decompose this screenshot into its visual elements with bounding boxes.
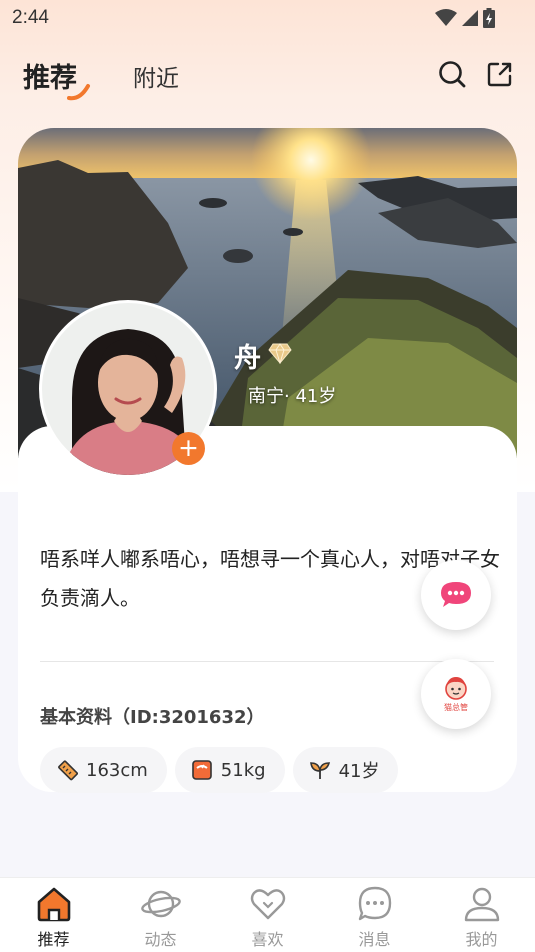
nav-label-messages: 消息 <box>358 930 391 949</box>
matchmaker-content: 猫总管 <box>442 675 470 713</box>
nav-item-messages[interactable]: 消息 <box>321 878 428 952</box>
nav-item-likes[interactable]: 喜欢 <box>214 878 321 952</box>
battery-icon <box>483 8 495 28</box>
age-chip: 41岁 <box>292 747 399 793</box>
profile-name: 舟 <box>234 343 261 374</box>
user-icon <box>464 887 499 922</box>
home-icon <box>37 887 70 922</box>
bottom-nav: 推荐 动态 喜欢 消息 我的 <box>0 877 535 952</box>
nav-item-mine[interactable]: 我的 <box>428 878 535 952</box>
status-icons <box>435 8 495 28</box>
nav-label-mine: 我的 <box>465 930 498 949</box>
tab-nearby[interactable]: 附近 <box>133 59 179 93</box>
divider <box>40 661 494 662</box>
nav-label-feed: 动态 <box>144 930 177 949</box>
top-tabs: 推荐 附近 <box>0 52 535 101</box>
planet-icon <box>140 890 181 918</box>
age-value: 41岁 <box>338 761 380 782</box>
ruler-icon <box>58 760 78 781</box>
status-bar: 2:44 <box>0 0 535 36</box>
weight-chip: 51kg <box>174 747 285 793</box>
nav-label-likes: 喜欢 <box>251 930 284 949</box>
nav-item-feed[interactable]: 动态 <box>107 878 214 952</box>
heart-icon <box>250 889 285 920</box>
weight-value: 51kg <box>220 759 266 781</box>
tab-active-indicator <box>67 84 90 101</box>
nav-item-recommend[interactable]: 推荐 <box>0 878 107 952</box>
height-value: 163cm <box>86 759 148 781</box>
basic-info-title: 基本资料（ID:3201632） <box>40 707 265 728</box>
matchmaker-button[interactable]: 猫总管 <box>421 659 491 729</box>
share-icon[interactable] <box>485 59 515 89</box>
matchmaker-label: 猫总管 <box>444 703 468 712</box>
sprout-icon <box>309 762 330 779</box>
wifi-icon <box>435 9 457 26</box>
basic-info-chips: 163cm 51kg 41岁 <box>40 747 399 793</box>
matchmaker-avatar-icon <box>445 677 467 700</box>
chat-bubble-icon <box>441 582 471 607</box>
location-age: 南宁· 41岁 <box>248 386 337 407</box>
chat-button[interactable] <box>421 560 491 630</box>
nav-label-recommend: 推荐 <box>37 930 70 949</box>
vip-diamond-icon <box>268 343 292 364</box>
status-time: 2:44 <box>12 7 49 28</box>
search-icon[interactable] <box>437 59 467 89</box>
signal-icon <box>462 10 478 26</box>
message-icon <box>358 886 391 921</box>
height-chip: 163cm <box>40 747 167 793</box>
scale-icon <box>191 760 212 780</box>
follow-add-button[interactable]: + <box>172 432 205 465</box>
